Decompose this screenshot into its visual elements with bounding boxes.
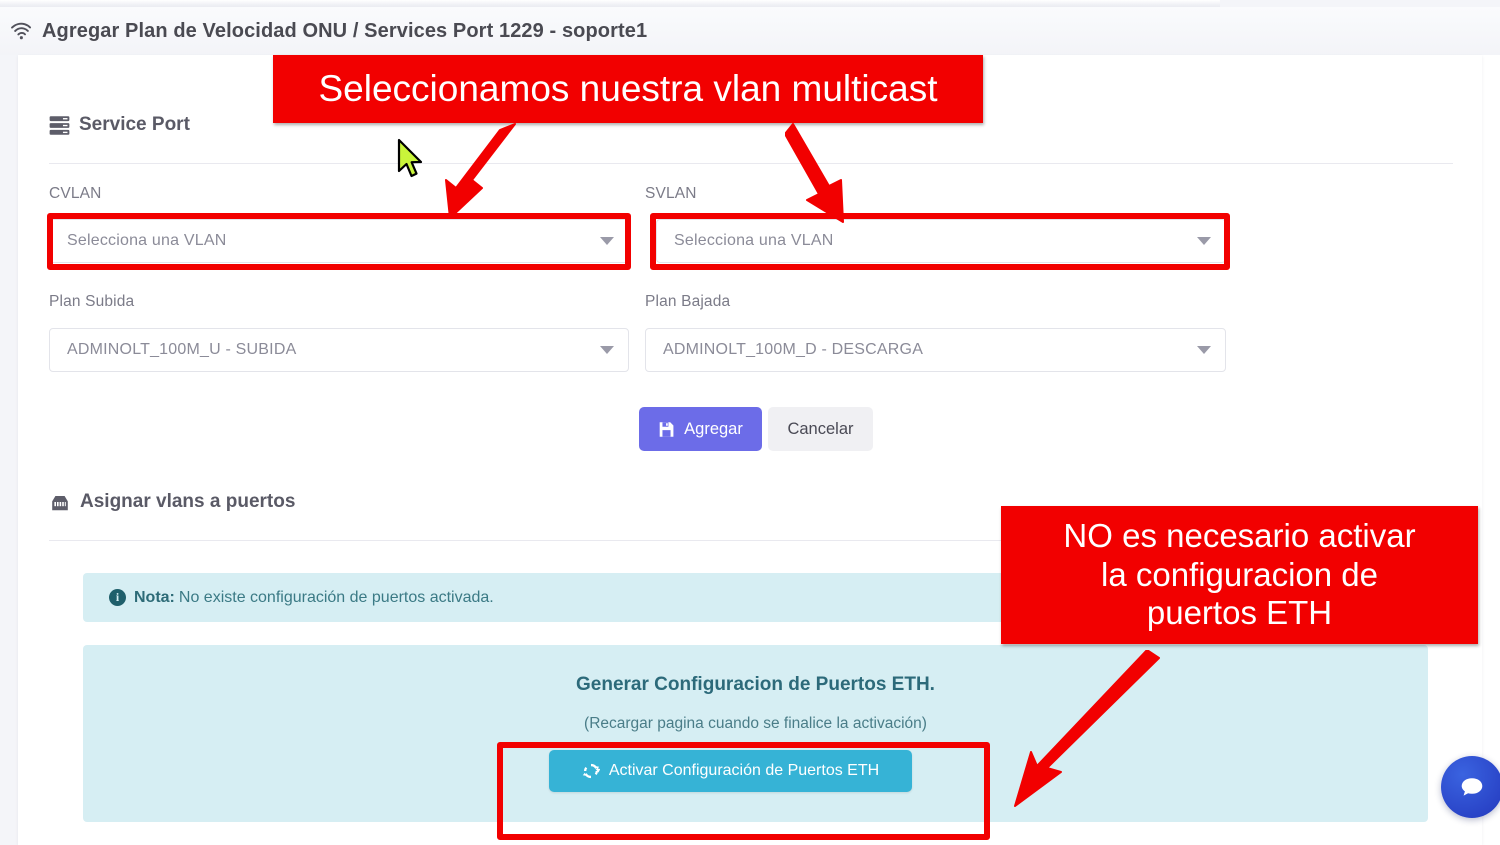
annotation-banner-eth: NO es necesario activar la configuracion… [1001,506,1478,644]
nota-alert-text: No existe configuración de puertos activ… [178,588,494,606]
cancelar-button-label: Cancelar [787,419,854,438]
ethernet-port-icon [52,496,68,511]
cvlan-label: CVLAN [49,185,102,202]
cvlan-select-value: Selecciona una VLAN [67,232,227,249]
activar-eth-button[interactable]: Activar Configuración de Puertos ETH [549,750,912,792]
nota-alert-strong: Nota: [134,588,175,606]
annotation-eth-line-1: NO es necesario activar [1063,517,1416,555]
service-port-heading: Service Port [49,114,190,136]
chevron-down-icon [600,237,614,245]
activar-eth-button-label: Activar Configuración de Puertos ETH [608,762,880,779]
page-header: Agregar Plan de Velocidad ONU / Services… [0,7,1500,55]
info-icon: i [109,589,126,606]
cvlan-select[interactable]: Selecciona una VLAN [49,219,629,263]
chevron-down-icon [600,346,614,354]
chevron-down-icon [1197,346,1211,354]
agregar-button[interactable]: Agregar [639,407,762,451]
svlan-select[interactable]: Selecciona una VLAN [656,219,1226,263]
save-icon [659,421,674,437]
annotation-eth-line-3: puertos ETH [1146,594,1333,632]
mouse-pointer-icon [397,138,423,178]
eth-config-panel: Generar Configuracion de Puertos ETH. (R… [83,645,1428,822]
chevron-down-icon [1197,237,1211,245]
annotation-eth-line-2: la configuracion de [1100,555,1379,593]
plan-subida-select[interactable]: ADMINOLT_100M_U - SUBIDA [49,328,629,372]
svlan-select-value: Selecciona una VLAN [674,232,834,249]
service-port-divider [49,163,1453,164]
page-title: Agregar Plan de Velocidad ONU / Services… [42,19,648,42]
cancelar-button[interactable]: Cancelar [768,407,873,451]
eth-panel-subtitle: (Recargar pagina cuando se finalice la a… [584,715,927,732]
wifi-icon [11,22,32,40]
plan-bajada-select-value: ADMINOLT_100M_D - DESCARGA [663,341,924,358]
eth-panel-title: Generar Configuracion de Puertos ETH. [576,674,935,695]
refresh-icon [582,763,600,779]
assign-vlans-heading: Asignar vlans a puertos [49,491,295,513]
chat-widget-button[interactable] [1441,756,1500,818]
assign-vlans-heading-label: Asignar vlans a puertos [80,491,296,512]
plan-bajada-select[interactable]: ADMINOLT_100M_D - DESCARGA [645,328,1226,372]
plan-bajada-label: Plan Bajada [645,293,731,310]
annotation-banner-vlan: Seleccionamos nuestra vlan multicast [273,55,983,123]
page-background-left [0,55,18,845]
browser-top-strip-right [1220,0,1500,7]
server-stack-icon [49,115,70,135]
service-port-heading-label: Service Port [79,114,190,135]
svlan-label: SVLAN [645,185,697,202]
plan-subida-select-value: ADMINOLT_100M_U - SUBIDA [67,341,297,358]
chat-bubble-icon [1461,778,1483,796]
agregar-button-label: Agregar [684,419,743,438]
plan-subida-label: Plan Subida [49,293,135,310]
